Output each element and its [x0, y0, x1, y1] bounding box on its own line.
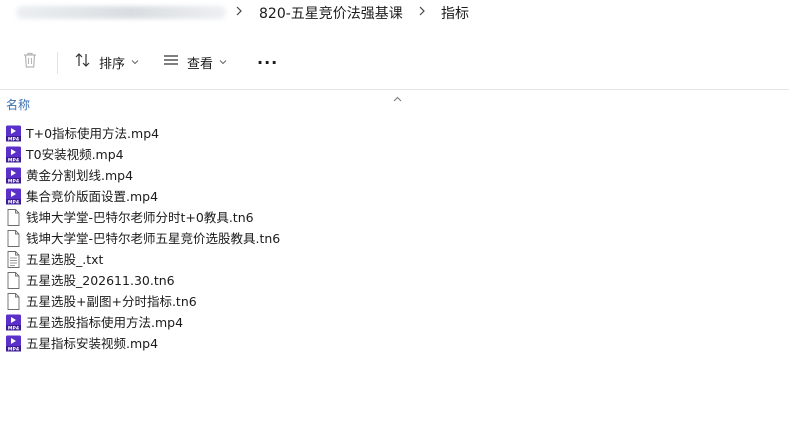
column-header-name[interactable]: 名称 — [6, 96, 30, 113]
file-name: 五星指标安装视频.mp4 — [26, 336, 159, 351]
file-list: MP4 T+0指标使用方法.mp4 MP4 T0安装视频.mp4 MP4 黄金分割划线.m… — [0, 123, 789, 354]
view-button[interactable]: 查看 — [162, 46, 227, 78]
file-row[interactable]: MP4 T0安装视频.mp4 — [0, 144, 789, 165]
trash-icon — [20, 50, 40, 74]
file-name: 五星选股_202611.30.tn6 — [26, 273, 175, 288]
file-name: 五星选股+副图+分时指标.tn6 — [26, 294, 197, 309]
sort-icon — [74, 51, 92, 73]
file-name: 五星选股_.txt — [26, 252, 104, 267]
chevron-right-icon[interactable] — [418, 2, 426, 24]
text-file-icon — [5, 251, 22, 268]
video-file-icon: MP4 — [5, 314, 22, 332]
chevron-right-icon[interactable] — [235, 2, 243, 24]
breadcrumb-item-current[interactable]: 指标 — [441, 3, 469, 23]
svg-text:MP4: MP4 — [8, 179, 19, 184]
sort-label: 排序 — [99, 56, 126, 72]
toolbar-divider — [57, 52, 58, 74]
svg-text:MP4: MP4 — [8, 158, 19, 163]
video-file-icon: MP4 — [5, 146, 22, 164]
file-row[interactable]: MP4 黄金分割划线.mp4 — [0, 165, 789, 186]
file-name: 钱坤大学堂-巴特尔老师分时t+0教具.tn6 — [26, 210, 254, 225]
chevron-down-icon — [219, 59, 227, 65]
breadcrumb-item-course[interactable]: 820-五星竞价法强基课 — [259, 3, 403, 23]
sort-button[interactable]: 排序 — [74, 46, 139, 78]
file-row[interactable]: MP4 T+0指标使用方法.mp4 — [0, 123, 789, 144]
more-options-button[interactable]: ··· — [257, 46, 278, 78]
chevron-down-icon — [131, 59, 139, 65]
video-file-icon: MP4 — [5, 335, 22, 353]
file-name: 五星选股指标使用方法.mp4 — [26, 315, 184, 330]
delete-button[interactable] — [20, 46, 40, 78]
sort-ascending-icon — [393, 87, 402, 106]
file-row[interactable]: MP4 集合竞价版面设置.mp4 — [0, 186, 789, 207]
svg-text:MP4: MP4 — [8, 347, 19, 352]
breadcrumb-item-hidden[interactable] — [16, 6, 226, 19]
file-name: T0安装视频.mp4 — [26, 147, 124, 162]
file-icon — [5, 230, 22, 247]
video-file-icon: MP4 — [5, 188, 22, 206]
file-row[interactable]: 钱坤大学堂-巴特尔老师分时t+0教具.tn6 — [0, 207, 789, 228]
file-row[interactable]: MP4 五星选股指标使用方法.mp4 — [0, 312, 789, 333]
breadcrumb: 820-五星竞价法强基课 指标 — [0, 0, 789, 24]
list-view-icon — [162, 51, 180, 73]
file-name: 黄金分割划线.mp4 — [26, 168, 134, 183]
svg-text:MP4: MP4 — [8, 200, 19, 205]
file-name: 集合竞价版面设置.mp4 — [26, 189, 159, 204]
video-file-icon: MP4 — [5, 125, 22, 143]
file-name: T+0指标使用方法.mp4 — [26, 126, 160, 141]
file-icon — [5, 293, 22, 310]
file-row[interactable]: 五星选股_.txt — [0, 249, 789, 270]
file-row[interactable]: 钱坤大学堂-巴特尔老师五星竞价选股教具.tn6 — [0, 228, 789, 249]
svg-text:MP4: MP4 — [8, 326, 19, 331]
svg-text:MP4: MP4 — [8, 137, 19, 142]
file-row[interactable]: MP4 五星指标安装视频.mp4 — [0, 333, 789, 354]
command-bar: 排序 查看 ··· — [0, 42, 789, 82]
file-row[interactable]: 五星选股_202611.30.tn6 — [0, 270, 789, 291]
file-icon — [5, 272, 22, 289]
file-icon — [5, 209, 22, 226]
file-name: 钱坤大学堂-巴特尔老师五星竞价选股教具.tn6 — [26, 231, 281, 246]
video-file-icon: MP4 — [5, 167, 22, 185]
view-label: 查看 — [187, 56, 214, 72]
file-row[interactable]: 五星选股+副图+分时指标.tn6 — [0, 291, 789, 312]
